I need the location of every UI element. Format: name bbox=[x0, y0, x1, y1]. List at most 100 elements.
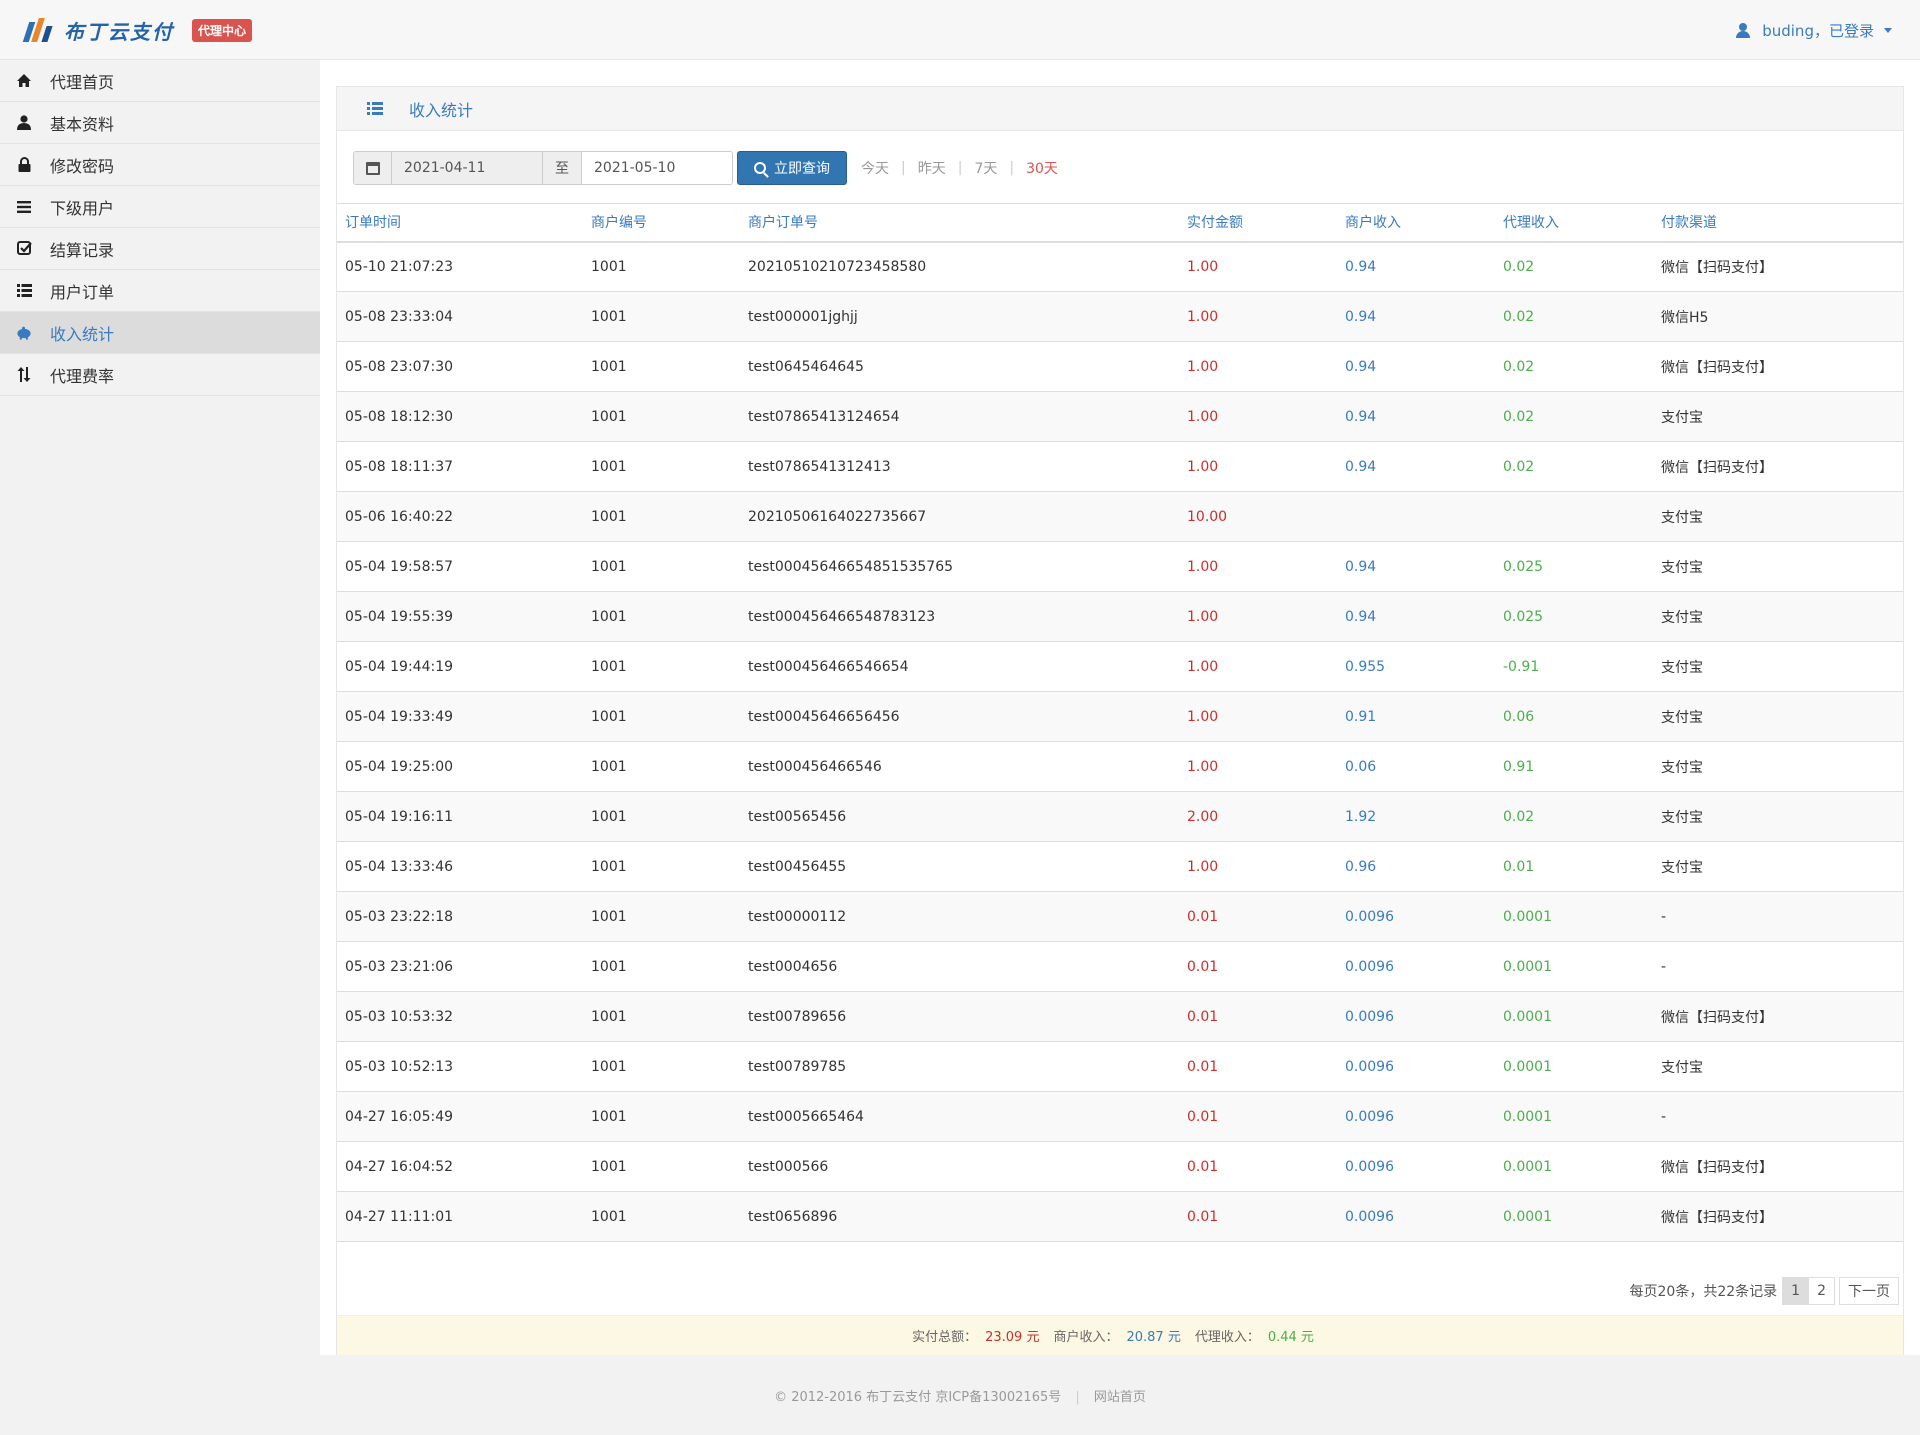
cell-merchant-id: 1001 bbox=[583, 791, 740, 842]
income-table: 订单时间 商户编号 商户订单号 实付金额 商户收入 代理收入 付款渠道 05-1… bbox=[337, 203, 1903, 1242]
cell-merchant-id: 1001 bbox=[583, 891, 740, 942]
end-date-input[interactable] bbox=[582, 152, 732, 184]
brand[interactable]: 布丁云支付 代理中心 bbox=[22, 14, 253, 46]
table-row: 05-04 19:25:00 1001 test000456466546 1.00 0.… bbox=[337, 741, 1903, 792]
cell-merchant-id: 1001 bbox=[583, 1041, 740, 1092]
divider: | bbox=[1009, 160, 1015, 176]
merchant-total-value: 20.87 元 bbox=[1126, 1330, 1181, 1345]
agent-total-value: 0.44 元 bbox=[1267, 1330, 1314, 1345]
next-page-button[interactable]: 下一页 bbox=[1839, 1277, 1899, 1305]
cell-paid-amount: 1.00 bbox=[1179, 391, 1337, 442]
cell-pay-channel: 支付宝 bbox=[1653, 391, 1903, 442]
date-filter-bar: 至 立即查询 今天 | 昨天 | 7天 | 30天 bbox=[353, 151, 1058, 185]
page-1-button[interactable]: 1 bbox=[1782, 1277, 1810, 1305]
cell-pay-channel: 支付宝 bbox=[1653, 841, 1903, 892]
col-paid-amount[interactable]: 实付金额 bbox=[1179, 203, 1337, 243]
col-merchant-order-no[interactable]: 商户订单号 bbox=[740, 203, 1179, 243]
sidebar-item-label: 结算记录 bbox=[50, 240, 115, 260]
cell-order-time: 05-08 23:33:04 bbox=[337, 291, 583, 342]
cell-merchant-id: 1001 bbox=[583, 1141, 740, 1192]
paid-total-value: 23.09 元 bbox=[985, 1330, 1040, 1345]
cell-paid-amount: 0.01 bbox=[1179, 1191, 1337, 1242]
cell-merchant-income: 0.06 bbox=[1337, 741, 1495, 792]
col-merchant-income[interactable]: 商户收入 bbox=[1337, 203, 1495, 243]
search-button[interactable]: 立即查询 bbox=[737, 151, 847, 185]
col-agent-income[interactable]: 代理收入 bbox=[1495, 203, 1653, 243]
cell-order-time: 05-03 10:53:32 bbox=[337, 991, 583, 1042]
table-row: 05-10 21:07:23 1001 20210510210723458580 1.… bbox=[337, 241, 1903, 292]
sidebar-item-password[interactable]: 修改密码 bbox=[0, 144, 320, 186]
cell-agent-income: 0.01 bbox=[1495, 841, 1653, 892]
cell-merchant-order-no: test00789785 bbox=[740, 1041, 1179, 1092]
col-pay-channel[interactable]: 付款渠道 bbox=[1653, 203, 1903, 243]
cell-merchant-id: 1001 bbox=[583, 491, 740, 542]
cell-merchant-income: 0.94 bbox=[1337, 591, 1495, 642]
cell-merchant-id: 1001 bbox=[583, 1091, 740, 1142]
col-order-time[interactable]: 订单时间 bbox=[337, 203, 583, 243]
sidebar-item-label: 修改密码 bbox=[50, 156, 115, 176]
user-status-sep: ， bbox=[1813, 22, 1829, 40]
check-icon bbox=[16, 241, 32, 257]
cell-merchant-id: 1001 bbox=[583, 941, 740, 992]
divider: | bbox=[957, 160, 963, 176]
cell-merchant-order-no: test000456466548783123 bbox=[740, 591, 1179, 642]
sidebar-item-subusers[interactable]: 下级用户 bbox=[0, 186, 320, 228]
range-to-label: 至 bbox=[542, 152, 582, 184]
sidebar-item-income-stats[interactable]: 收入统计 bbox=[0, 312, 320, 354]
cell-paid-amount: 1.00 bbox=[1179, 441, 1337, 492]
list-icon bbox=[367, 101, 383, 116]
cell-order-time: 05-04 19:55:39 bbox=[337, 591, 583, 642]
sidebar-item-settlements[interactable]: 结算记录 bbox=[0, 228, 320, 270]
sidebar-item-orders[interactable]: 用户订单 bbox=[0, 270, 320, 312]
table-row: 05-03 23:21:06 1001 test0004656 0.01 0.0096 0… bbox=[337, 941, 1903, 992]
cell-agent-income: 0.0001 bbox=[1495, 991, 1653, 1042]
cell-merchant-id: 1001 bbox=[583, 741, 740, 792]
site-home-link[interactable]: 网站首页 bbox=[1094, 1390, 1146, 1405]
cell-merchant-id: 1001 bbox=[583, 691, 740, 742]
cell-paid-amount: 0.01 bbox=[1179, 991, 1337, 1042]
cell-merchant-order-no: test000566 bbox=[740, 1141, 1179, 1192]
cell-pay-channel: 支付宝 bbox=[1653, 641, 1903, 692]
cell-pay-channel: 支付宝 bbox=[1653, 791, 1903, 842]
cell-merchant-order-no: test00045646654851535765 bbox=[740, 541, 1179, 592]
search-button-label: 立即查询 bbox=[774, 161, 830, 177]
user-icon bbox=[16, 115, 32, 131]
table-row: 05-03 10:53:32 1001 test00789656 0.01 0.0096… bbox=[337, 991, 1903, 1042]
cell-paid-amount: 10.00 bbox=[1179, 491, 1337, 542]
cell-pay-channel: 微信【扫码支付】 bbox=[1653, 441, 1903, 492]
cell-paid-amount: 0.01 bbox=[1179, 1141, 1337, 1192]
cell-merchant-order-no: test000456466546 bbox=[740, 741, 1179, 792]
quick-range-yesterday[interactable]: 昨天 bbox=[918, 158, 946, 178]
sidebar-item-profile[interactable]: 基本资料 bbox=[0, 102, 320, 144]
cell-pay-channel: 微信【扫码支付】 bbox=[1653, 1141, 1903, 1192]
quick-range-today[interactable]: 今天 bbox=[861, 158, 889, 178]
cell-order-time: 04-27 16:04:52 bbox=[337, 1141, 583, 1192]
cell-merchant-id: 1001 bbox=[583, 841, 740, 892]
page-2-button[interactable]: 2 bbox=[1808, 1277, 1835, 1305]
cell-paid-amount: 2.00 bbox=[1179, 791, 1337, 842]
cell-merchant-order-no: test00789656 bbox=[740, 991, 1179, 1042]
th-list-icon bbox=[16, 283, 32, 299]
sidebar-item-home[interactable]: 代理首页 bbox=[0, 60, 320, 102]
col-merchant-id[interactable]: 商户编号 bbox=[583, 203, 740, 243]
cell-merchant-id: 1001 bbox=[583, 341, 740, 392]
cell-merchant-order-no: test0656896 bbox=[740, 1191, 1179, 1242]
cell-order-time: 05-08 23:07:30 bbox=[337, 341, 583, 392]
start-date-input[interactable] bbox=[392, 152, 542, 184]
cell-agent-income: 0.02 bbox=[1495, 291, 1653, 342]
quick-range-30days[interactable]: 30天 bbox=[1026, 158, 1058, 178]
table-row: 05-08 18:12:30 1001 test07865413124654 1.00… bbox=[337, 391, 1903, 442]
table-row: 05-08 23:33:04 1001 test000001jghjj 1.00 0.9… bbox=[337, 291, 1903, 342]
cell-order-time: 04-27 16:05:49 bbox=[337, 1091, 583, 1142]
quick-range-7days[interactable]: 7天 bbox=[974, 158, 997, 178]
table-row: 05-08 18:11:37 1001 test0786541312413 1.00 0… bbox=[337, 441, 1903, 492]
cell-paid-amount: 1.00 bbox=[1179, 341, 1337, 392]
cell-merchant-id: 1001 bbox=[583, 391, 740, 442]
sidebar-item-agent-rate[interactable]: 代理费率 bbox=[0, 354, 320, 396]
table-row: 05-06 16:40:22 1001 20210506164022735667 10… bbox=[337, 491, 1903, 542]
cell-merchant-income: 0.0096 bbox=[1337, 991, 1495, 1042]
user-menu[interactable]: buding ， 已登录 bbox=[1736, 20, 1892, 41]
cell-pay-channel: 微信【扫码支付】 bbox=[1653, 1191, 1903, 1242]
cell-paid-amount: 1.00 bbox=[1179, 841, 1337, 892]
cell-pay-channel: - bbox=[1653, 941, 1903, 992]
